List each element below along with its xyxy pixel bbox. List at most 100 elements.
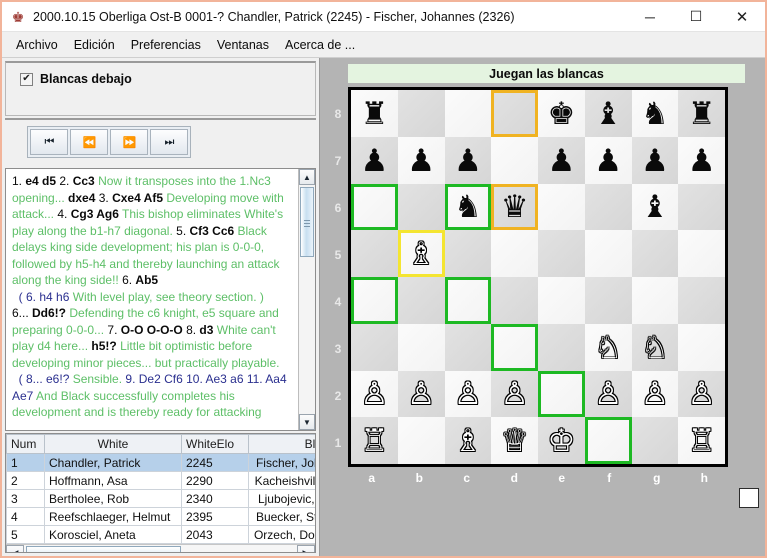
menu-item-acerca-de[interactable]: Acerca de ... bbox=[277, 35, 363, 55]
move-token[interactable]: Cg3 Ag6 bbox=[71, 207, 119, 221]
cell-num[interactable]: 1 bbox=[6, 453, 45, 472]
board-square-c7[interactable]: ♟ bbox=[444, 136, 492, 184]
variation-move[interactable]: ( 6. h4 h6 bbox=[12, 290, 73, 304]
hscrollbar-thumb[interactable] bbox=[26, 546, 181, 552]
cell-white[interactable]: Korosciel, Aneta bbox=[44, 525, 182, 544]
white-queen-piece[interactable]: ♕ bbox=[501, 425, 529, 456]
board-square-a2[interactable]: ♙ bbox=[351, 370, 398, 418]
board-square-b1[interactable] bbox=[397, 417, 445, 464]
move-token[interactable]: e4 d5 bbox=[25, 174, 56, 188]
scroll-right-arrow[interactable]: ▶ bbox=[297, 545, 315, 552]
board-square-h2[interactable]: ♙ bbox=[678, 370, 725, 418]
board-square-e7[interactable]: ♟ bbox=[538, 136, 585, 184]
white-knight-piece[interactable]: ♘ bbox=[594, 332, 622, 363]
board-square-g6[interactable]: ♝ bbox=[631, 183, 679, 231]
white-pawn-piece[interactable]: ♙ bbox=[407, 378, 435, 409]
maximize-button[interactable]: ☐ bbox=[673, 2, 719, 32]
scrollbar-track[interactable] bbox=[299, 185, 315, 414]
move-notation-text[interactable]: 1. e4 d5 2. Cc3 Now it transposes into t… bbox=[6, 169, 298, 430]
white-rook-piece[interactable]: ♖ bbox=[360, 425, 388, 456]
black-king-piece[interactable]: ♚ bbox=[547, 98, 575, 129]
variation-move[interactable]: ( 8... e6!? bbox=[12, 372, 73, 386]
board-square-h8[interactable]: ♜ bbox=[678, 90, 725, 137]
board-square-e3[interactable] bbox=[538, 323, 585, 371]
next-move-button[interactable]: ⏩ bbox=[110, 129, 148, 155]
board-square-e8[interactable]: ♚ bbox=[538, 90, 585, 137]
black-pawn-piece[interactable]: ♟ bbox=[641, 145, 669, 176]
move-token[interactable]: Cxe4 Af5 bbox=[112, 191, 163, 205]
black-bishop-piece[interactable]: ♝ bbox=[594, 98, 622, 129]
move-token[interactable]: 8. bbox=[183, 323, 200, 337]
scroll-up-arrow[interactable]: ▲ bbox=[299, 169, 315, 185]
move-token[interactable]: Dd6!? bbox=[32, 306, 66, 320]
table-row[interactable]: 1Chandler, Patrick2245Fischer, Johan bbox=[6, 453, 315, 472]
scrollbar-thumb[interactable] bbox=[300, 187, 314, 257]
cell-white[interactable]: Chandler, Patrick bbox=[44, 453, 182, 472]
move-token[interactable]: 2. bbox=[56, 174, 73, 188]
move-token[interactable]: 6. bbox=[122, 273, 135, 287]
menu-item-ventanas[interactable]: Ventanas bbox=[209, 35, 277, 55]
table-row[interactable]: 5Korosciel, Aneta2043Orzech, Domin bbox=[6, 525, 315, 544]
board-square-d2[interactable]: ♙ bbox=[491, 370, 538, 418]
cell-black[interactable]: Orzech, Domin bbox=[248, 525, 315, 544]
board-square-h4[interactable] bbox=[678, 277, 725, 324]
cell-num[interactable]: 2 bbox=[6, 471, 45, 490]
board-square-f7[interactable]: ♟ bbox=[584, 136, 632, 184]
board-square-b7[interactable]: ♟ bbox=[397, 136, 445, 184]
board-square-d8[interactable] bbox=[491, 90, 538, 137]
menu-item-archivo[interactable]: Archivo bbox=[8, 35, 66, 55]
cell-black[interactable]: Kacheishvili, G bbox=[248, 471, 315, 490]
board-square-g8[interactable]: ♞ bbox=[631, 90, 679, 137]
board-square-h7[interactable]: ♟ bbox=[678, 136, 725, 184]
cell-elo[interactable]: 2290 bbox=[181, 471, 249, 490]
cell-elo[interactable]: 2340 bbox=[181, 489, 249, 508]
move-list-scrollbar[interactable]: ▲ ▼ bbox=[298, 169, 315, 430]
cell-elo[interactable]: 2395 bbox=[181, 507, 249, 526]
games-table[interactable]: Num White WhiteElo Black 1Chandler, Patr… bbox=[6, 434, 315, 544]
chess-board[interactable]: ♜ ♚ ♝ ♞ ♜ ♟ ♟ ♟ ♟ ♟ ♟ ♟ ♞ ♛ ♝ ♗ ♘ ♘ ♙ ♙ ♙ ♙ ♙ ♙ ♙ ♖ ♗ ♕ ♔ ♖ bbox=[351, 90, 725, 464]
cell-elo[interactable]: 2043 bbox=[181, 525, 249, 544]
board-square-a8[interactable]: ♜ bbox=[351, 90, 398, 137]
board-square-a3[interactable] bbox=[351, 323, 398, 371]
board-square-f5[interactable] bbox=[584, 230, 632, 277]
black-pawn-piece[interactable]: ♟ bbox=[688, 145, 716, 176]
black-pawn-piece[interactable]: ♟ bbox=[407, 145, 435, 176]
board-square-b3[interactable] bbox=[397, 323, 445, 371]
white-bishop-piece[interactable]: ♗ bbox=[407, 238, 435, 269]
first-move-button[interactable]: ⏮ bbox=[30, 129, 68, 155]
board-square-a5[interactable] bbox=[351, 230, 398, 277]
column-header-white[interactable]: White bbox=[44, 434, 182, 454]
board-square-g5[interactable] bbox=[631, 230, 679, 277]
hscrollbar-track[interactable] bbox=[24, 545, 297, 552]
cell-black[interactable]: Ljubojevic, Lju bbox=[248, 489, 315, 508]
move-token[interactable]: 3. bbox=[95, 191, 112, 205]
board-square-h5[interactable] bbox=[678, 230, 725, 277]
white-pawn-piece[interactable]: ♙ bbox=[501, 378, 529, 409]
board-square-c2[interactable]: ♙ bbox=[444, 370, 492, 418]
board-square-c4[interactable] bbox=[444, 277, 492, 324]
board-square-f4[interactable] bbox=[584, 277, 632, 324]
white-pawn-piece[interactable]: ♙ bbox=[594, 378, 622, 409]
board-square-g7[interactable]: ♟ bbox=[631, 136, 679, 184]
move-token[interactable]: 1. bbox=[12, 174, 25, 188]
board-square-g3[interactable]: ♘ bbox=[631, 323, 679, 371]
board-square-h3[interactable] bbox=[678, 323, 725, 371]
menu-item-edicion[interactable]: Edición bbox=[66, 35, 123, 55]
black-knight-piece[interactable]: ♞ bbox=[641, 98, 669, 129]
board-square-a1[interactable]: ♖ bbox=[351, 417, 398, 464]
board-square-c3[interactable] bbox=[444, 323, 492, 371]
board-square-d1[interactable]: ♕ bbox=[491, 417, 538, 464]
board-square-f8[interactable]: ♝ bbox=[584, 90, 632, 137]
board-square-f1[interactable] bbox=[584, 417, 632, 464]
black-rook-piece[interactable]: ♜ bbox=[360, 98, 388, 129]
cell-white[interactable]: Reefschlaeger, Helmut bbox=[44, 507, 182, 526]
board-square-d5[interactable] bbox=[491, 230, 538, 277]
board-square-c5[interactable] bbox=[444, 230, 492, 277]
board-square-d7[interactable] bbox=[491, 136, 538, 184]
table-row[interactable]: 3Bertholee, Rob2340Ljubojevic, Lju bbox=[6, 489, 315, 508]
cell-elo[interactable]: 2245 bbox=[181, 453, 249, 472]
board-square-b2[interactable]: ♙ bbox=[397, 370, 445, 418]
board-square-g4[interactable] bbox=[631, 277, 679, 324]
black-pawn-piece[interactable]: ♟ bbox=[594, 145, 622, 176]
board-square-b5[interactable]: ♗ bbox=[397, 230, 445, 277]
